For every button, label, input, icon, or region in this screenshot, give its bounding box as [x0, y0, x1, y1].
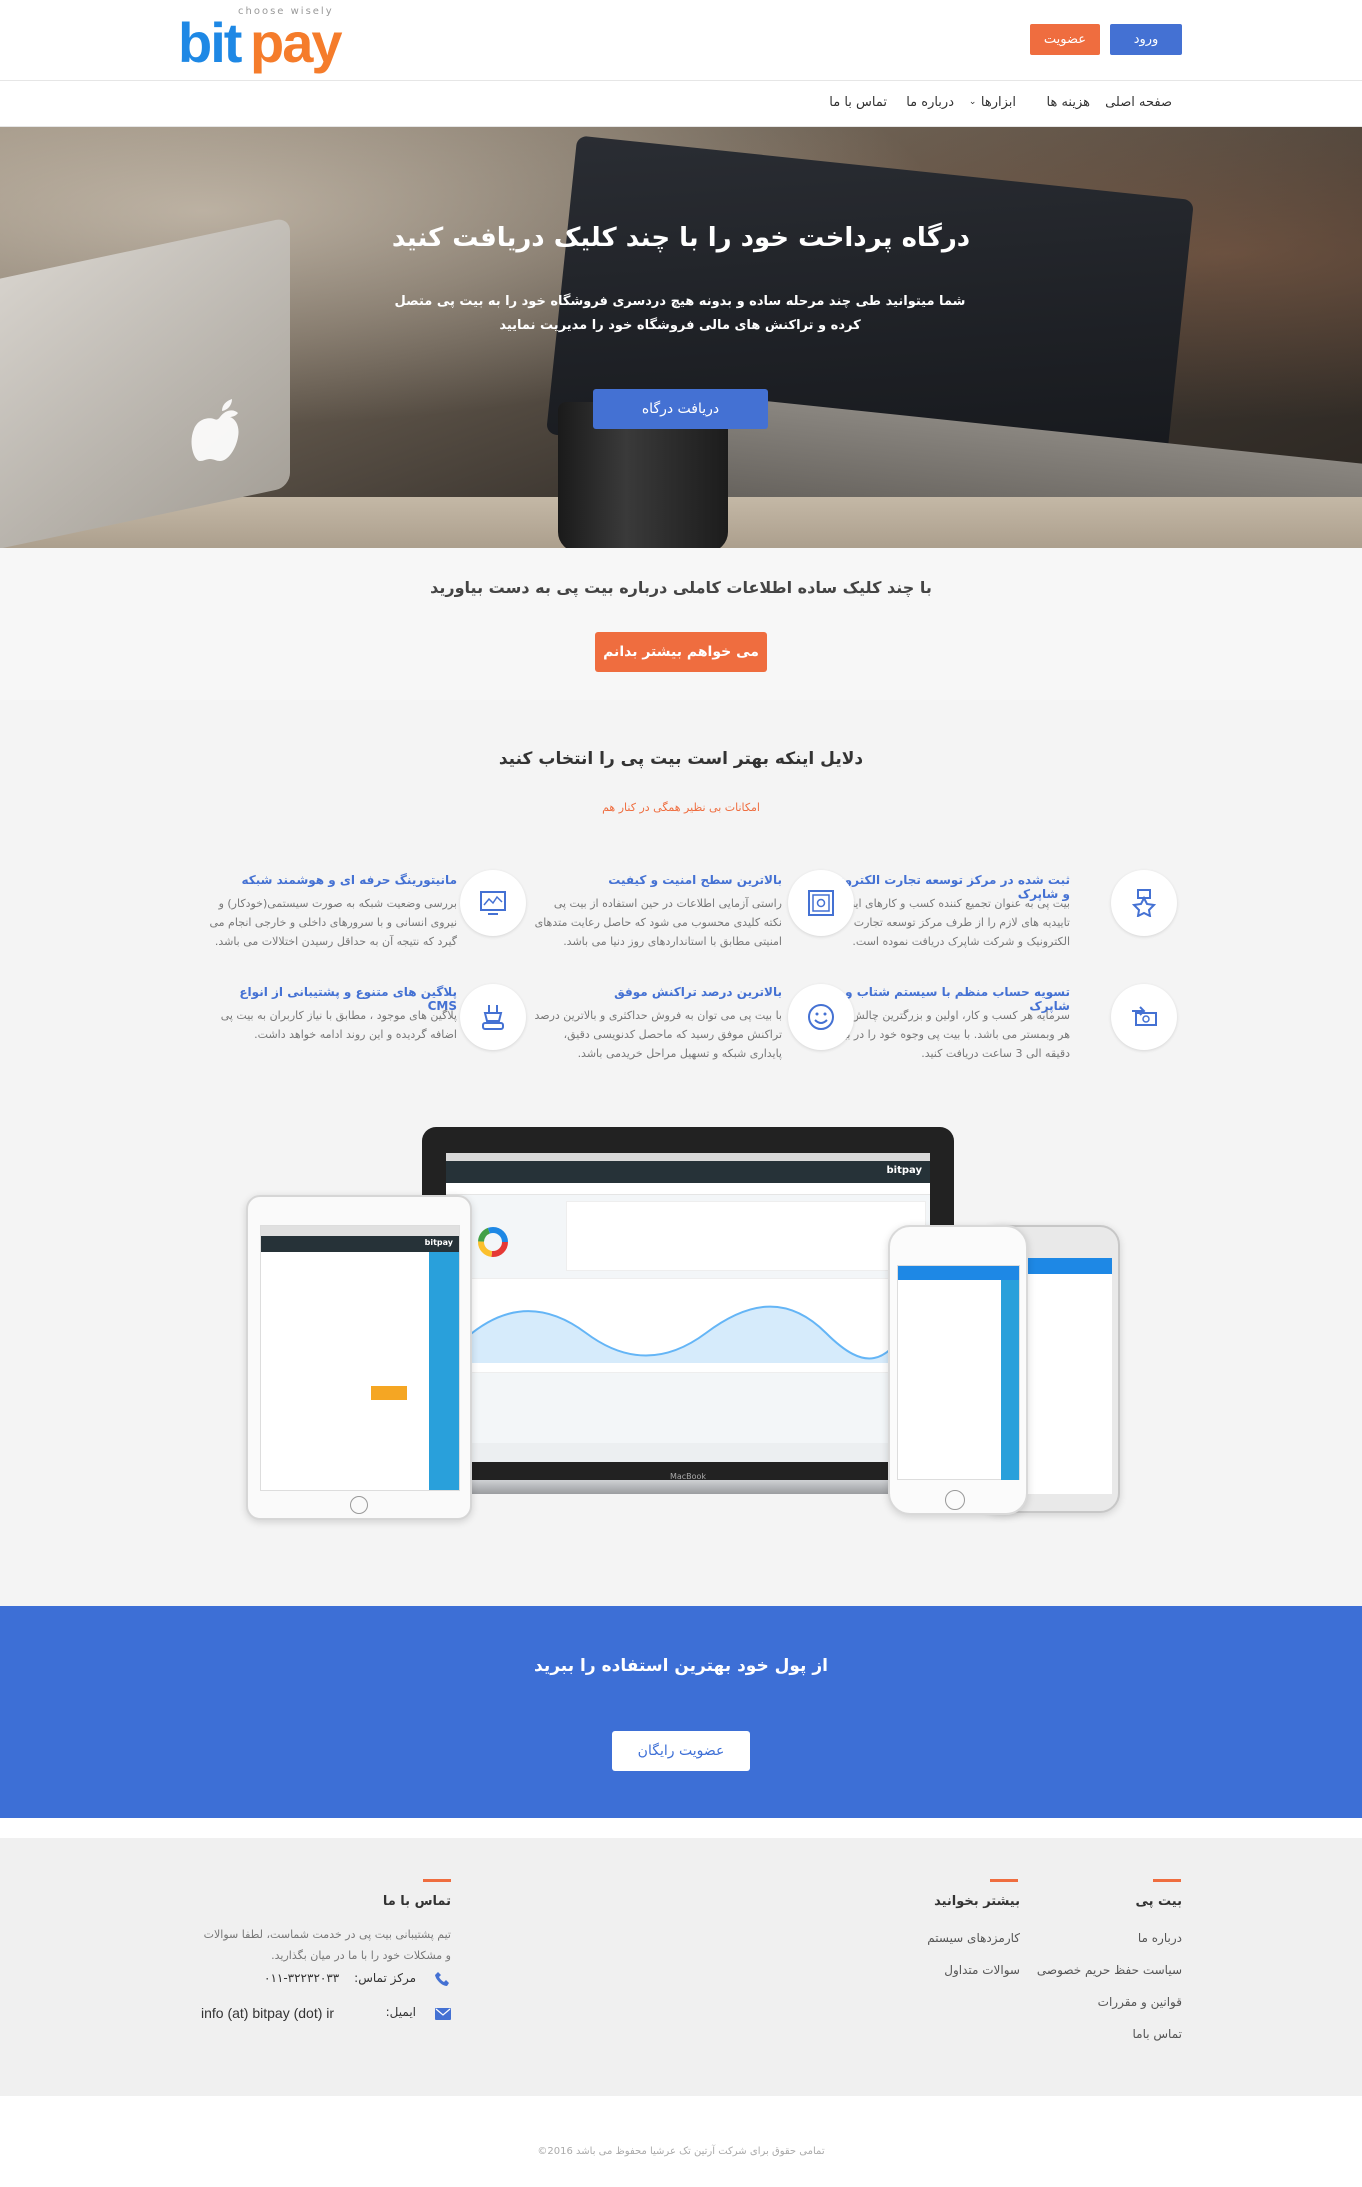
iphone-home-button — [945, 1490, 965, 1510]
app-brand: bitpay — [424, 1238, 453, 1247]
app-line-chart — [466, 1305, 911, 1363]
plugin-icon — [482, 1005, 504, 1030]
app-topbar — [446, 1161, 930, 1183]
feature-icon-wrap — [460, 870, 526, 936]
hero-title: درگاه پرداخت خود را با چند کلیک دریافت ک… — [391, 223, 971, 253]
smile-icon — [808, 1004, 834, 1030]
nav-item-pricing[interactable]: هزینه ها — [1047, 92, 1091, 114]
email-address[interactable]: info (at) bitpay (dot) ir — [201, 2005, 334, 2021]
app-sidebar — [1001, 1280, 1019, 1480]
cta-section — [0, 1606, 1362, 1818]
copyright: تمامی حقوق برای شرکت آرتین تک عرشیا محفو… — [537, 2146, 825, 2157]
feature-desc: راستی آزمایی اطلاعات در حین استفاده از ب… — [534, 897, 782, 948]
features-subtitle: امکانات بی نظیر همگی در کنار هم — [602, 801, 760, 814]
app-tabs — [446, 1183, 930, 1195]
join-button[interactable]: عضویت — [1030, 24, 1100, 55]
phone-icon — [435, 1972, 449, 1986]
app-stats-panel — [566, 1201, 926, 1271]
nav-item-tools[interactable]: ابزارها ⌄ — [969, 92, 1016, 114]
footer-col2-title: بیشتر بخوانید — [934, 1894, 1020, 1909]
app-brand: bitpay — [886, 1165, 922, 1176]
app-footer-bar — [446, 1443, 930, 1462]
browser-bar — [261, 1226, 459, 1236]
features-title: دلایل اینکه بهتر است بیت پی را انتخاب کن… — [498, 749, 864, 769]
feature-desc: با بیت پی می توان به فروش حداکثری و بالا… — [534, 1009, 782, 1060]
ipad-home-button — [350, 1496, 368, 1514]
iphone-screen — [897, 1265, 1020, 1480]
footer-col3-title: تماس با ما — [382, 1894, 451, 1909]
mac-menubar — [446, 1153, 930, 1161]
footer-link-about[interactable]: درباره ما — [1138, 1931, 1182, 1945]
learn-more-button[interactable]: می خواهم بیشتر بدانم — [595, 632, 767, 672]
logo-pay-text: pay — [250, 11, 342, 74]
email-label: ایمیل: — [385, 2005, 416, 2019]
feature-desc: بررسی وضعیت شبکه به صورت سیستمی(خودکار) … — [209, 897, 458, 948]
feature-icon-wrap — [788, 984, 854, 1050]
nav-item-about[interactable]: درباره ما — [906, 92, 954, 114]
footer-link-contact[interactable]: تماس باما — [1133, 2027, 1182, 2041]
get-gateway-button[interactable]: دریافت درگاه — [593, 389, 768, 429]
feature-desc: سرمایه هر کسب و کار، اولین و بزرگترین چا… — [825, 1009, 1070, 1060]
money-transfer-icon — [1132, 1006, 1157, 1026]
feature-title: بالاترین درصد تراکنش موفق — [614, 985, 782, 999]
phone-number[interactable]: ۰۱۱-۳۲۲۳۲۰۳۳ — [264, 1971, 339, 1985]
phone-label: مرکز تماس: — [354, 1971, 416, 1985]
nav-item-home[interactable]: صفحه اصلی — [1105, 92, 1172, 114]
logo-tagline: choose wisely — [238, 6, 334, 17]
app-orange-button — [371, 1386, 407, 1400]
login-button[interactable]: ورود — [1110, 24, 1182, 55]
chevron-down-icon: ⌄ — [968, 97, 977, 107]
footer-divider — [990, 1879, 1018, 1882]
footer-link-privacy[interactable]: سیاست حفظ حریم خصوصی — [1037, 1963, 1182, 1977]
feature-desc: پلاگین های موجود ، مطابق با نیاز کاربران… — [220, 1009, 457, 1041]
info-strip-text: با چند کلیک ساده اطلاعات کاملی درباره بی… — [430, 578, 932, 597]
hero-subtitle: شما میتوانید طی چند مرحله ساده و بدونه ه… — [394, 294, 966, 333]
feature-icon-wrap — [1111, 984, 1177, 1050]
app-topbar — [1020, 1258, 1112, 1274]
monitor-chart-icon — [480, 891, 506, 915]
safe-icon — [808, 890, 834, 916]
badge-star-icon — [1131, 889, 1157, 917]
app-sidebar — [429, 1252, 459, 1490]
footer-link-fees[interactable]: کارمزدهای سیستم — [927, 1931, 1020, 1945]
apple-logo-icon — [191, 399, 239, 461]
footer-link-faq[interactable]: سوالات متداول — [944, 1963, 1020, 1977]
nav-item-contact[interactable]: تماس با ما — [829, 92, 887, 114]
footer-col1-title: بیت پی — [1135, 1894, 1182, 1909]
ipad-screen: bitpay — [260, 1225, 460, 1491]
mail-icon — [435, 2008, 451, 2020]
page: bit pay choose wisely ورود عضویت صفحه اص… — [0, 0, 1362, 2187]
footer-link-terms[interactable]: قوانین و مقررات — [1098, 1995, 1182, 2009]
free-signup-button[interactable]: عضویت رایگان — [612, 1731, 750, 1771]
feature-title: مانیتورینگ حرفه ای و هوشمند شبکه — [241, 873, 457, 887]
feature-icon-wrap — [460, 984, 526, 1050]
donut-chart-icon — [478, 1227, 508, 1257]
feature-icon-wrap — [1111, 870, 1177, 936]
footer-divider — [423, 1879, 451, 1882]
footer-support-text: تیم پشتیبانی بیت پی در خدمت شماست، لطفا … — [203, 1928, 451, 1962]
logo-bit-text: bit — [178, 11, 242, 74]
feature-icon-wrap — [788, 870, 854, 936]
feature-title: بالاترین سطح امنیت و کیفیت — [608, 873, 782, 887]
info-strip — [0, 548, 1362, 700]
feature-desc: بیت پی به عنوان تجمیع کننده کسب و کارهای… — [823, 897, 1070, 948]
nav-item-tools-label: ابزارها — [980, 95, 1016, 110]
app-topbar — [898, 1266, 1019, 1280]
android-phone-screen — [1020, 1258, 1112, 1494]
cta-text: از پول خود بهترین استفاده را ببرید — [534, 1656, 828, 1676]
macbook-label: MacBook — [669, 1472, 707, 1481]
footer-divider — [1153, 1879, 1181, 1882]
macbook-screen: bitpay — [446, 1153, 930, 1462]
